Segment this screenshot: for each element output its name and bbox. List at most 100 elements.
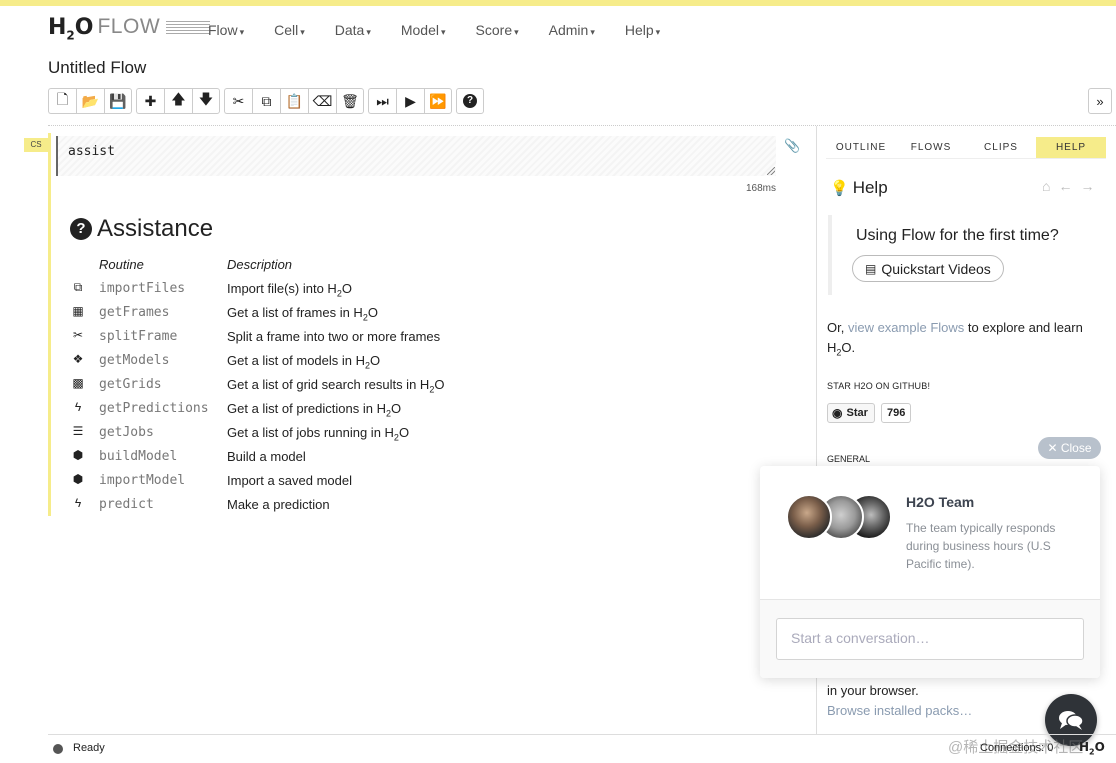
cubes-icon: ❖ [72,352,84,366]
help-button-group: ? [456,88,484,114]
first-time-question: Using Flow for the first time? [856,227,1059,244]
new-flow-button[interactable]: 🗋 [48,88,76,114]
delete-cell-button[interactable]: 🗑 [336,88,364,114]
edit-button-group: ✂ ⧉ 📋 ⌫ 🗑 [224,88,364,114]
resize-grip-icon[interactable] [767,167,775,175]
table-row: ▩ getGrids Get a list of grid search res… [70,373,470,397]
tab-flows[interactable]: FLOWS [896,137,966,158]
insert-cell-button[interactable]: ✚ [136,88,164,114]
arrow-down-icon: 🡇 [198,91,214,107]
star-label: Star [846,407,868,419]
tab-clips[interactable]: CLIPS [966,137,1036,158]
chat-bubbles-icon [1059,711,1084,730]
flow-title[interactable]: Untitled Flow [48,58,146,78]
run-all-button[interactable]: ⏩ [424,88,452,114]
arrow-right-icon[interactable]: → [1080,178,1094,194]
start-conversation-input[interactable]: Start a conversation… [776,618,1084,660]
question-circle-icon: ? [463,94,477,108]
caret-down-icon: ▾ [441,27,446,37]
help-title: Help [852,178,888,197]
routine-column-header: Routine [99,257,144,272]
team-response-note: The team typically responds during busin… [906,521,1056,571]
scissors-icon: ✂ [232,92,245,109]
routine-link-getgrids[interactable]: getGrids [99,377,162,392]
table-row: ⬢ buildModel Build a model [70,445,470,469]
run-button[interactable]: ▶ [396,88,424,114]
caret-down-icon: ▾ [514,27,519,37]
toggle-sidebar-button[interactable]: » [1088,88,1112,114]
assist-help-button[interactable]: ? [456,88,484,114]
home-icon[interactable]: ⌂ [1042,178,1050,194]
cell-type-badge[interactable]: CS [24,138,48,152]
routine-link-importfiles[interactable]: importFiles [99,281,185,296]
routine-link-getpredictions[interactable]: getPredictions [99,401,209,416]
browse-packs-link[interactable]: Browse installed packs… [827,703,972,718]
assistance-title: Assistance [97,215,214,242]
routine-description: Get a list of jobs running in H2O [227,425,410,443]
copy-icon: ⧉ [261,92,272,109]
tab-help[interactable]: HELP [1036,137,1106,158]
main-menu: Flow ▾ Cell ▾ Data ▾ Model ▾ Score ▾ Admin ▾ H… [208,22,690,38]
menu-model[interactable]: Model ▾ [401,22,446,38]
routine-link-getmodels[interactable]: getModels [99,353,169,368]
menu-data[interactable]: Data ▾ [335,22,371,38]
routine-link-importmodel[interactable]: importModel [99,473,185,488]
save-flow-button[interactable]: 💾 [104,88,132,114]
github-star-button[interactable]: ◉ Star [827,403,875,423]
eraser-icon: ⌫ [312,92,333,109]
github-star-label: STAR H2O ON GITHUB! [827,381,931,391]
run-button-group: ⏭ ▶ ⏩ [368,88,452,114]
table-row: ϟ getPredictions Get a list of predictio… [70,397,470,421]
table-row: ❖ getModels Get a list of models in H2O [70,349,470,373]
step-button[interactable]: ⏭ [368,88,396,114]
menu-score[interactable]: Score ▾ [476,22,519,38]
view-example-flows-link[interactable]: view example Flows [848,320,964,335]
copy-button[interactable]: ⧉ [252,88,280,114]
routine-link-getframes[interactable]: getFrames [99,305,169,320]
cell-timing: 168ms [745,183,776,194]
menu-flow[interactable]: Flow ▾ [208,22,244,38]
routine-link-splitframe[interactable]: splitFrame [99,329,177,344]
routine-link-buildmodel[interactable]: buildModel [99,449,177,464]
trash-icon: 🗑 [341,92,359,109]
routine-link-getjobs[interactable]: getJobs [99,425,154,440]
double-chevron-right-icon: » [1096,93,1104,109]
move-up-button[interactable]: 🡅 [164,88,192,114]
cut-button[interactable]: ✂ [224,88,252,114]
cube-icon: ⬢ [72,472,84,486]
paste-icon: 📋 [285,92,304,109]
logo-lines-icon [166,21,211,35]
status-h2o-logo: H2O [1079,740,1105,757]
clear-output-button[interactable]: ⌫ [308,88,336,114]
github-star-count[interactable]: 796 [881,403,912,423]
table-row: ⬢ importModel Import a saved model [70,469,470,493]
tab-outline[interactable]: OUTLINE [826,137,896,158]
active-cell-indicator [48,133,51,516]
paperclip-icon[interactable]: 📎 [784,138,800,154]
cell-code-editor[interactable]: assist [56,136,776,176]
open-flow-button[interactable]: 📂 [76,88,104,114]
move-down-button[interactable]: 🡇 [192,88,220,114]
tasks-icon: ☰ [72,424,84,438]
help-heading: 💡 Help [830,178,888,198]
routine-description: Import a saved model [227,473,353,488]
menu-admin[interactable]: Admin ▾ [549,22,595,38]
assistance-heading: ? Assistance [70,215,213,243]
h2o-flow-logo[interactable]: H2O FLOW [48,15,211,45]
routine-link-predict[interactable]: predict [99,497,154,512]
quickstart-videos-button[interactable]: ▤ Quickstart Videos [852,255,1004,282]
scissors-icon: ✂ [72,328,84,342]
caret-down-icon: ▾ [655,27,661,37]
team-avatars [786,494,896,540]
routine-description: Split a frame into two or more frames [227,329,441,344]
routine-description: Get a list of models in H2O [227,353,381,371]
menu-help[interactable]: Help ▾ [625,22,660,38]
github-icon: ◉ [832,406,843,420]
paste-button[interactable]: 📋 [280,88,308,114]
menu-cell[interactable]: Cell ▾ [274,22,305,38]
chat-close-button[interactable]: ✕ Close [1038,437,1101,459]
file-button-group: 🗋 📂 💾 [48,88,132,114]
fast-forward-icon: ⏩ [429,92,447,109]
sidebar-tabs: OUTLINE FLOWS CLIPS HELP [826,137,1106,159]
arrow-left-icon[interactable]: ← [1058,178,1072,194]
